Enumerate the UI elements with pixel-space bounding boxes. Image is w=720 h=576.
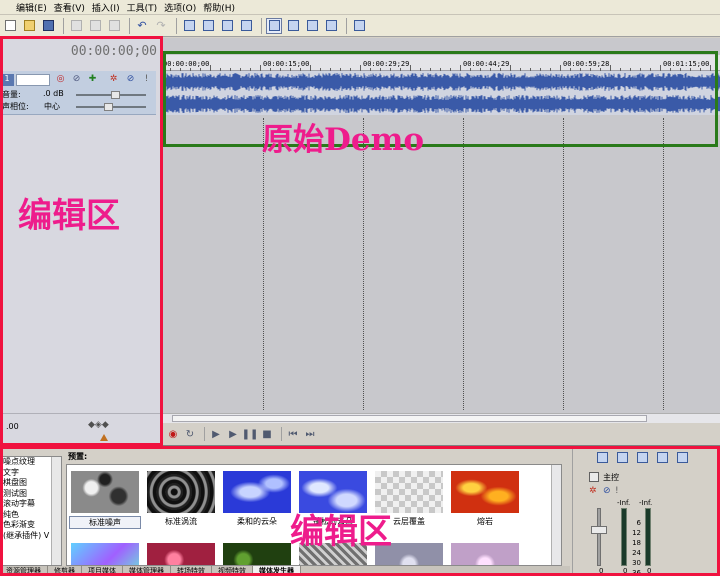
ripple-icon[interactable] [285,18,301,34]
normal-edit-tool-icon[interactable] [181,18,197,34]
menu-options[interactable]: 选项(O) [164,1,203,14]
properties-icon[interactable] [351,18,367,34]
lock-icon[interactable] [304,18,320,34]
new-icon[interactable] [2,18,18,34]
menu-insert[interactable]: 插入(I) [92,1,127,14]
zoom-tool-icon[interactable] [238,18,254,34]
main-toolbar: ↶ ↷ [0,15,720,37]
marker-grid-line [363,118,364,410]
paste-icon[interactable] [106,18,122,34]
marker-grid-line [263,118,264,410]
toolbar-separator [346,17,347,34]
menu-tools[interactable]: 工具(T) [127,1,165,14]
toolbar-separator [63,17,64,34]
toolbar-separator [261,17,262,34]
loop-icon[interactable]: ↻ [183,427,197,441]
transport-bar: ◉ ↻ ▶ ▶ ❚❚ ■ ⏮ ⏭ [160,423,720,445]
undo-icon[interactable]: ↶ [134,18,150,34]
play-icon[interactable]: ▶ [226,427,240,441]
selection-tool-icon[interactable] [219,18,235,34]
stop-icon[interactable]: ■ [260,427,274,441]
save-icon[interactable] [40,18,56,34]
app-window: 编辑(E) 查看(V) 插入(I) 工具(T) 选项(O) 帮助(H) ↶ ↷ … [0,0,720,576]
timeline-scroll-thumb[interactable] [172,415,648,422]
annotation-label-left: 编辑区 [18,196,120,236]
menu-bar: 编辑(E) 查看(V) 插入(I) 工具(T) 选项(O) 帮助(H) [0,0,720,15]
open-icon[interactable] [21,18,37,34]
pause-icon[interactable]: ❚❚ [242,427,259,441]
go-to-start-icon[interactable]: ⏮ [286,427,300,441]
annotation-box-original-demo [163,51,718,147]
marker-grid-line [663,118,664,410]
annotation-label-demo: 原始Demo [262,122,425,158]
copy-icon[interactable] [87,18,103,34]
toolbar-separator [129,17,130,34]
redo-icon[interactable]: ↷ [153,18,169,34]
timeline-scrollbar[interactable] [160,413,720,423]
auto-crossfade-icon[interactable] [323,18,339,34]
transport-separator [281,427,282,441]
menu-help[interactable]: 帮助(H) [203,1,242,14]
go-to-end-icon[interactable]: ⏭ [303,427,317,441]
cut-icon[interactable] [68,18,84,34]
envelope-tool-icon[interactable] [200,18,216,34]
record-icon[interactable]: ◉ [166,427,180,441]
menu-view[interactable]: 查看(V) [54,1,92,14]
snap-icon[interactable] [266,17,282,34]
transport-separator [204,427,205,441]
marker-grid-line [463,118,464,410]
toolbar-separator [176,17,177,34]
annotation-label-bottom: 编辑区 [290,512,392,552]
menu-edit[interactable]: 编辑(E) [0,1,54,14]
annotation-box-left [0,36,163,446]
play-from-start-icon[interactable]: ▶ [209,427,223,441]
marker-grid-line [563,118,564,410]
